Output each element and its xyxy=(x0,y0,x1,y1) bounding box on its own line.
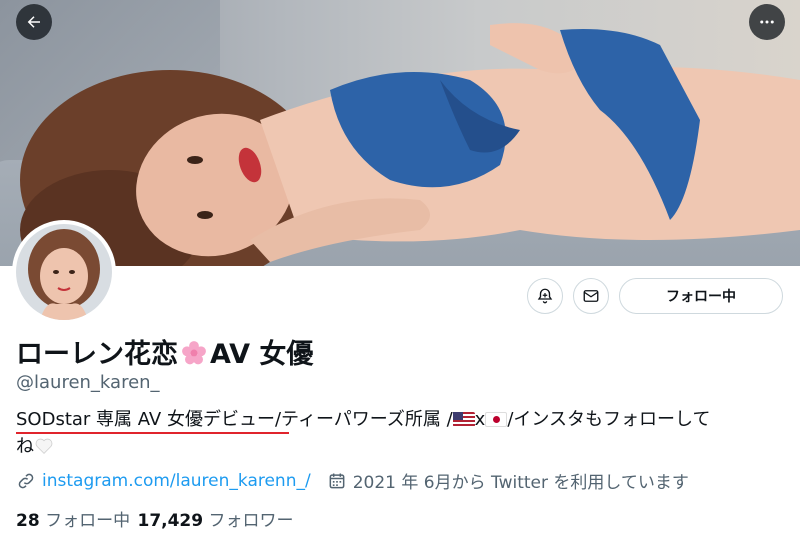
display-name-text: ローレン花恋 xyxy=(16,339,178,370)
us-flag-icon xyxy=(452,412,475,427)
calendar-icon xyxy=(329,473,345,488)
display-name: ローレン花恋 AV 女優 xyxy=(16,332,313,371)
avatar[interactable] xyxy=(12,220,116,324)
header-banner-image[interactable] xyxy=(0,0,800,266)
arrow-left-icon xyxy=(27,16,40,28)
bio-part3: /インスタもフォローして xyxy=(507,409,711,430)
following-label: フォロー中 xyxy=(45,511,131,531)
back-button[interactable] xyxy=(16,4,52,40)
bio-part4: ね xyxy=(16,436,34,457)
profile-meta: instagram.com/lauren_karenn_/ 2021 年 6月か… xyxy=(16,468,689,493)
bio-highlight-underline xyxy=(16,432,289,434)
white-heart-icon xyxy=(35,438,53,454)
link-icon xyxy=(18,473,34,488)
notification-button[interactable] xyxy=(527,278,563,314)
banner-photo-subject xyxy=(20,23,800,266)
profile-link-item: instagram.com/lauren_karenn_/ xyxy=(16,471,311,491)
display-name-suffix: AV 女優 xyxy=(210,339,314,370)
followers-count: 17,429 xyxy=(137,511,204,531)
followers-stat[interactable]: 17,429 フォロワー xyxy=(137,511,293,531)
more-options-button[interactable] xyxy=(749,4,785,40)
following-button[interactable]: フォロー中 xyxy=(619,278,783,314)
ellipsis-icon xyxy=(760,20,774,24)
message-button[interactable] xyxy=(573,278,609,314)
followers-label: フォロワー xyxy=(208,511,294,531)
avatar-photo xyxy=(16,224,112,320)
bio-part2: /ティーパワーズ所属 / xyxy=(274,409,453,430)
joined-date-text: 2021 年 6月から Twitter を利用しています xyxy=(352,473,689,493)
bell-plus-icon xyxy=(537,288,553,304)
joined-date-item: 2021 年 6月から Twitter を利用しています xyxy=(327,468,689,493)
user-handle: @lauren_karen_ xyxy=(16,372,160,393)
jp-flag-icon xyxy=(485,412,508,427)
follow-stats: 28 フォロー中 17,429 フォロワー xyxy=(16,506,294,531)
bio-part1: SODstar 専属 AV 女優デビュー xyxy=(16,409,275,430)
following-count: 28 xyxy=(16,511,40,531)
envelope-icon xyxy=(583,290,599,302)
cherry-blossom-icon xyxy=(182,341,206,365)
following-stat[interactable]: 28 フォロー中 xyxy=(16,511,130,531)
bio-between-flags: x xyxy=(474,409,486,430)
profile-website-link[interactable]: instagram.com/lauren_karenn_/ xyxy=(42,471,311,491)
